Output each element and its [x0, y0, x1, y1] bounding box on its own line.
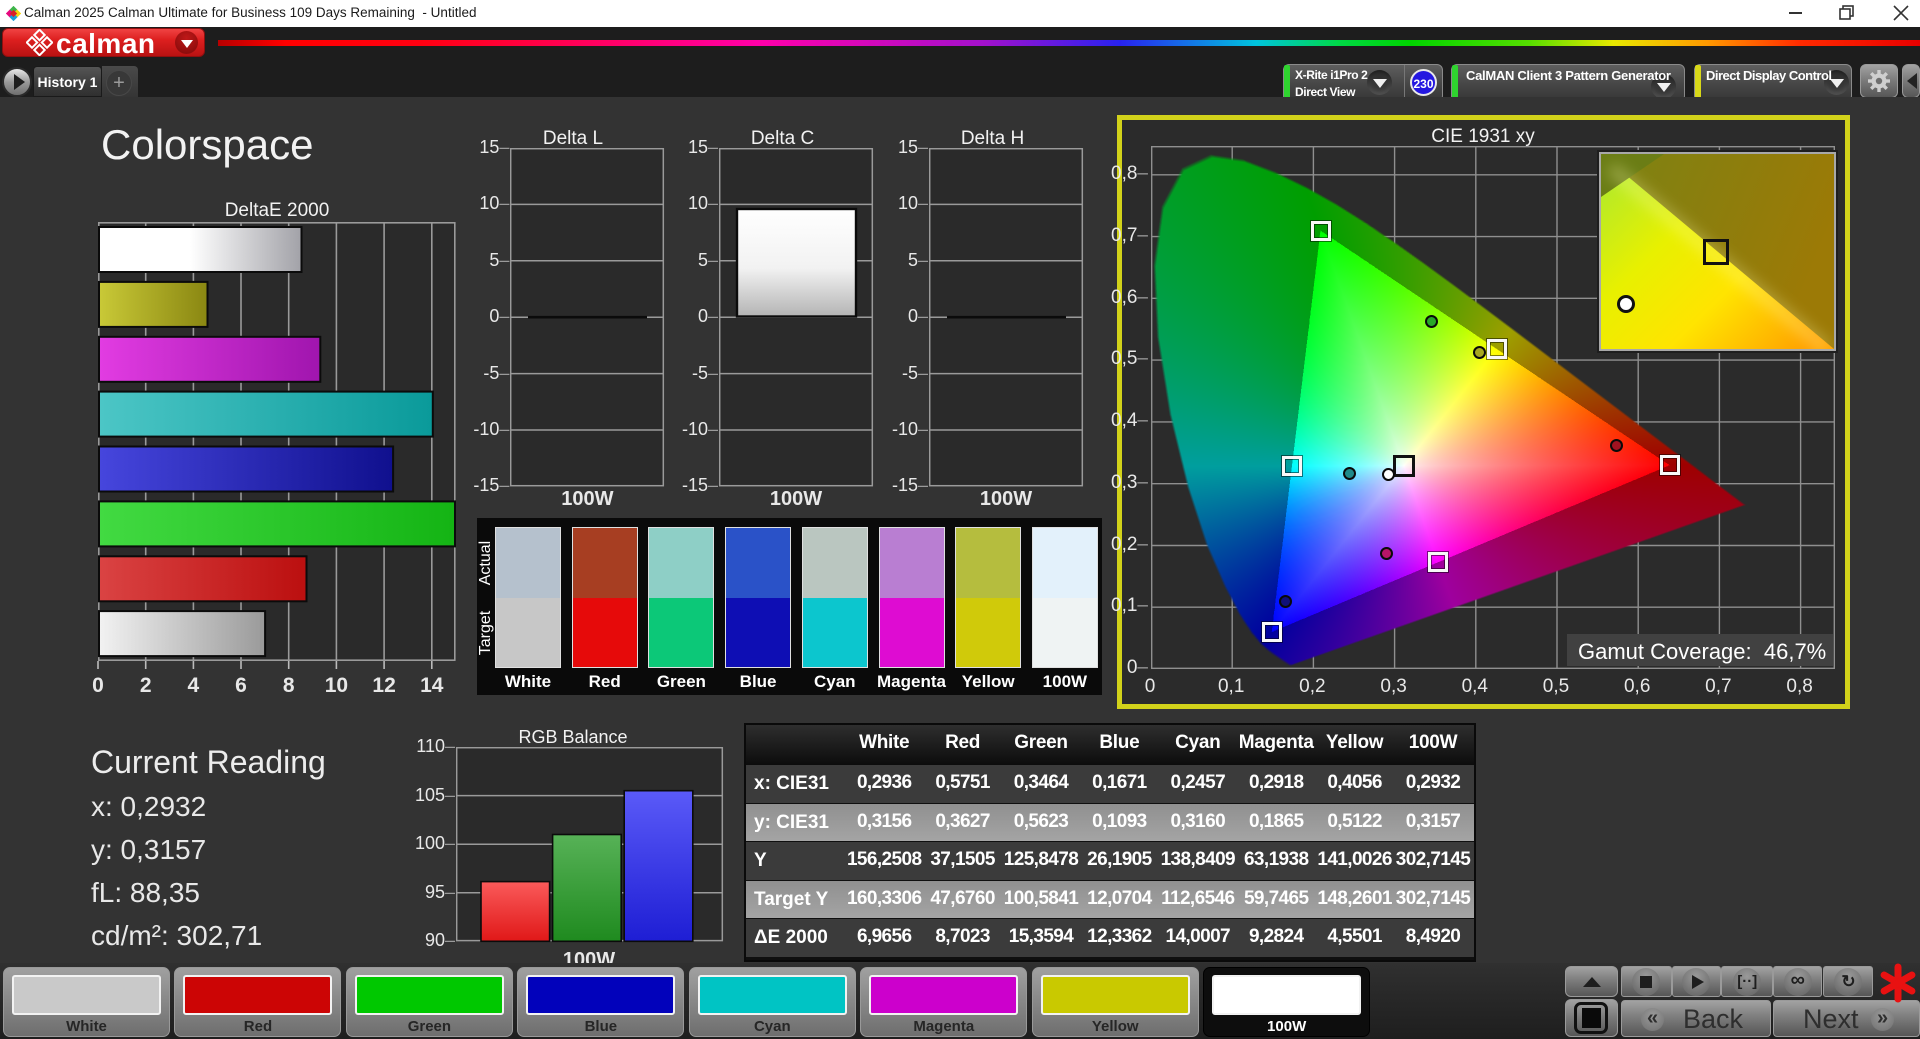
svg-text:14: 14: [420, 674, 444, 692]
svg-text:10: 10: [325, 674, 348, 692]
svg-text:0: 0: [92, 674, 104, 692]
svg-text:12: 12: [372, 674, 395, 692]
svg-text:6: 6: [235, 674, 247, 692]
svg-text:8: 8: [283, 674, 295, 692]
svg-text:4: 4: [188, 674, 200, 692]
svg-text:2: 2: [140, 674, 152, 692]
